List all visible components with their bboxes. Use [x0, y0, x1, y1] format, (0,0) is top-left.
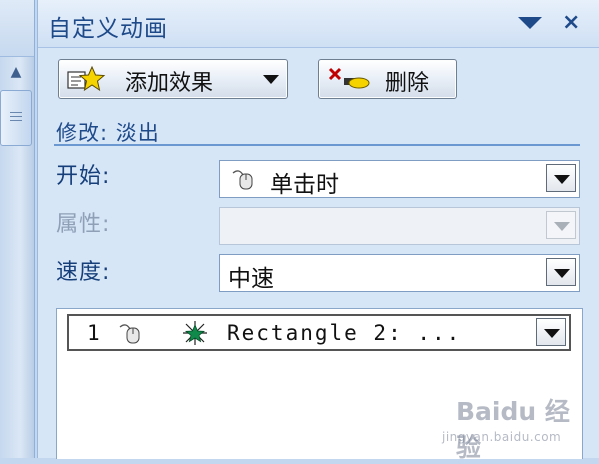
scrollbar-thumb[interactable]: [0, 90, 32, 146]
chevron-down-icon: [263, 75, 279, 84]
pane-title: 自定义动画: [48, 16, 168, 42]
speed-dropdown-button[interactable]: [546, 258, 576, 286]
green-star-icon: [183, 321, 207, 345]
modify-label: 修改: 淡出: [56, 121, 160, 145]
speed-label: 速度:: [56, 260, 111, 285]
speed-select[interactable]: 中速: [219, 254, 580, 292]
add-effect-label: 添加效果: [125, 71, 214, 96]
close-icon[interactable]: ×: [562, 10, 580, 35]
watermark-main: Baidu 经验: [456, 397, 570, 462]
effect-options-button[interactable]: [536, 318, 566, 346]
property-dropdown-button[interactable]: [546, 211, 576, 239]
speed-value: 中速: [228, 266, 274, 292]
effect-name: Rectangle 2: ...: [227, 321, 462, 345]
star-add-icon: [67, 65, 106, 92]
mouse-icon: [119, 324, 140, 344]
start-label: 开始:: [56, 164, 111, 189]
chevron-down-icon: [544, 329, 560, 338]
property-select[interactable]: [219, 207, 580, 245]
start-value: 单击时: [270, 172, 339, 198]
scroll-up-icon[interactable]: ▲: [2, 62, 30, 82]
baidu-watermark: Baidu 经验 jingyan.baidu.com: [420, 392, 590, 462]
list-item[interactable]: 1 Rectangle 2: ...: [67, 314, 571, 351]
property-label: 属性:: [56, 212, 111, 237]
add-effect-button[interactable]: 添加效果: [58, 59, 288, 99]
scrollbar-top-panel: [0, 0, 34, 57]
watermark-sub: jingyan.baidu.com: [442, 430, 562, 444]
mouse-icon: [232, 170, 253, 190]
pane-menu-icon[interactable]: [518, 17, 542, 29]
remove-x-icon: [328, 67, 370, 89]
chevron-down-icon: [554, 175, 570, 184]
pane-titlebar: 自定义动画 ×: [38, 0, 599, 48]
grip-line: [10, 116, 22, 117]
start-select[interactable]: 单击时: [219, 160, 580, 198]
start-dropdown-button[interactable]: [546, 164, 576, 192]
grip-line: [10, 112, 22, 113]
remove-button[interactable]: 删除: [318, 59, 457, 99]
custom-animation-pane: 自定义动画 × 添加效果 删除 修改: 淡出 开始: 单击时 属性: 速度: 中…: [37, 0, 599, 459]
remove-label: 删除: [385, 71, 430, 96]
chevron-down-icon: [554, 222, 570, 231]
grip-line: [10, 120, 22, 121]
effect-order-number: 1: [87, 321, 100, 345]
chevron-down-icon: [554, 269, 570, 278]
divider: [54, 144, 580, 146]
document-scrollbar[interactable]: ▲: [0, 0, 35, 458]
